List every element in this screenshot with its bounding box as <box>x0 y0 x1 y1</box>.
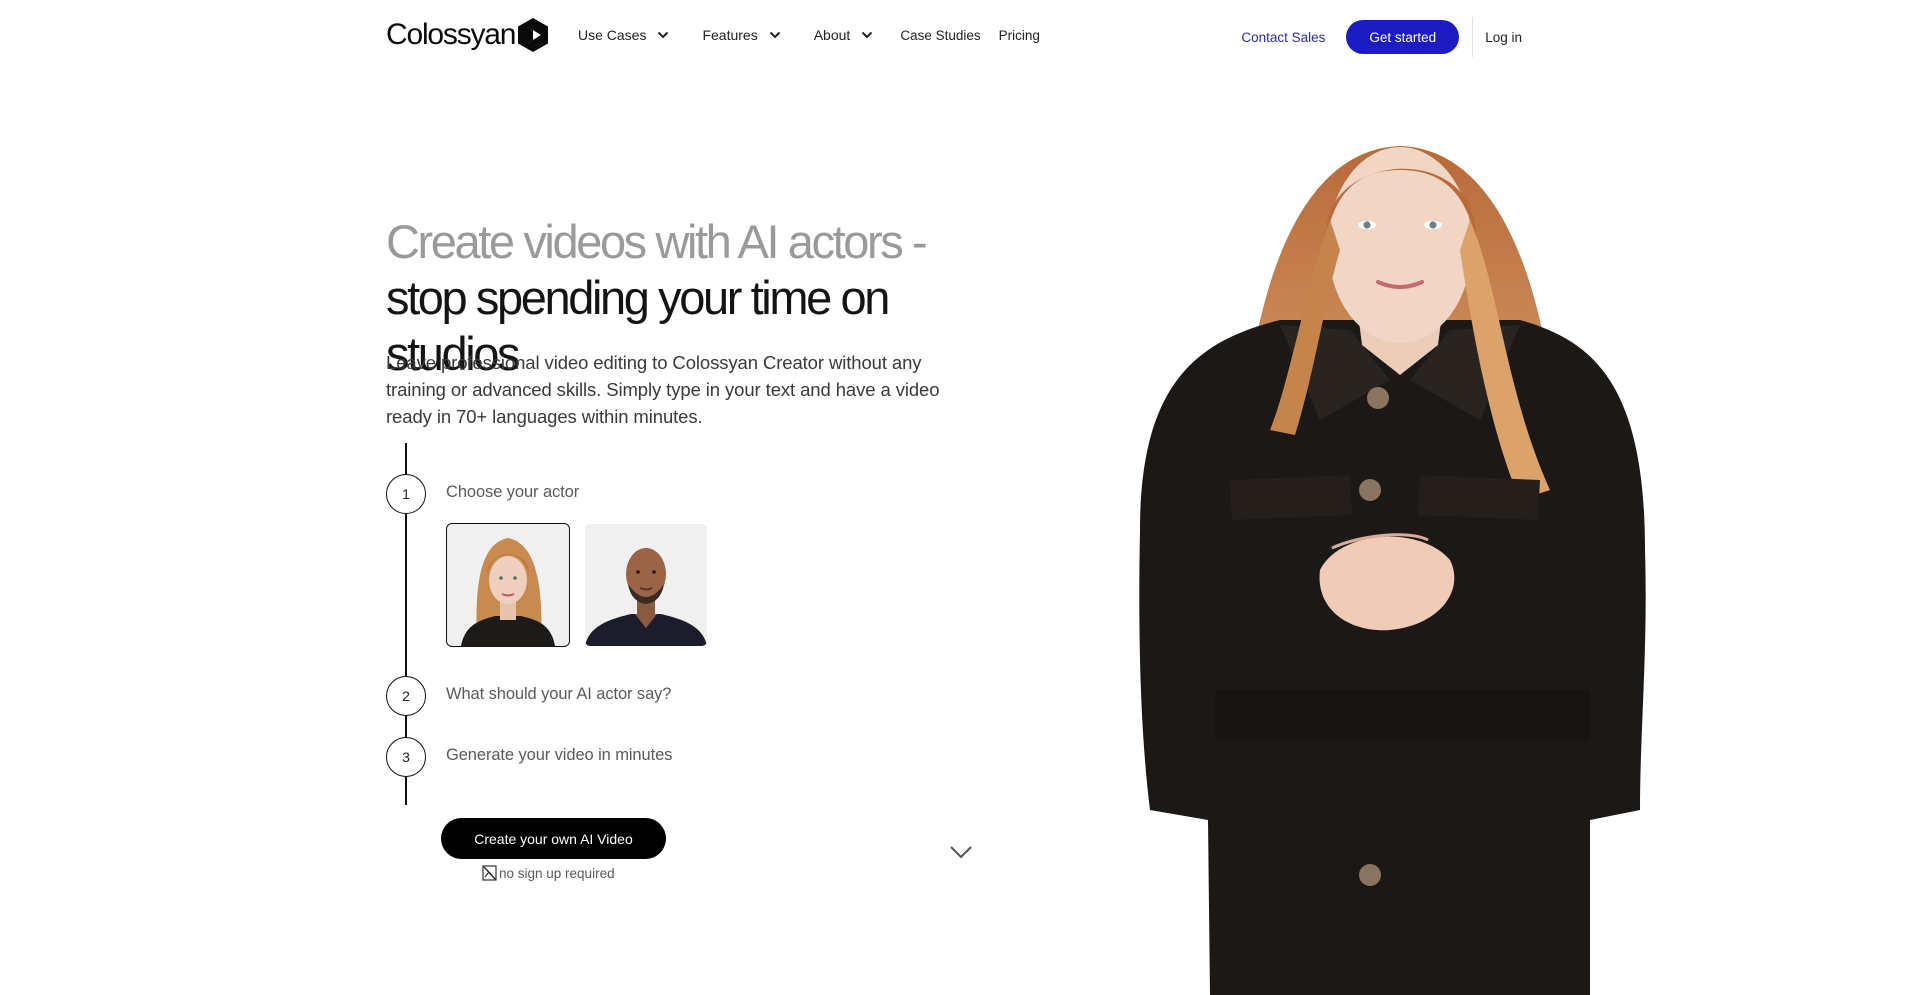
broken-image-icon <box>482 865 497 881</box>
colossyan-play-hexagon-icon <box>518 18 549 52</box>
nav-pricing[interactable]: Pricing <box>999 28 1040 43</box>
nav-features[interactable]: Features <box>702 27 780 43</box>
chevron-down-icon <box>862 31 873 39</box>
main-menu: Use Cases Features About Case Studies Pr… <box>578 24 1058 46</box>
step-3-badge: 3 <box>386 737 426 777</box>
ai-actor-woman-portrait <box>1139 146 1646 995</box>
log-in-link[interactable]: Log in <box>1485 30 1522 45</box>
nav-actions: Contact Sales Get started Log in <box>1241 17 1522 57</box>
get-started-button[interactable]: Get started <box>1346 20 1460 54</box>
top-navigation: Colossyan Use Cases Features About Case … <box>0 0 1920 72</box>
headline-line-1: Create videos with AI actors - <box>386 215 928 268</box>
actor-female-thumbnail <box>447 524 569 646</box>
nav-use-cases-label: Use Cases <box>578 27 647 43</box>
hero-actor-image <box>1120 130 1680 995</box>
nav-divider <box>1472 17 1474 57</box>
hero-lead-paragraph: Leave professional video editing to Colo… <box>386 352 940 427</box>
actor-option-female[interactable] <box>446 523 570 647</box>
step-3-label: Generate your video in minutes <box>446 746 673 764</box>
contact-sales-link[interactable]: Contact Sales <box>1241 30 1325 45</box>
nav-features-label: Features <box>702 27 758 43</box>
actor-option-male[interactable] <box>585 524 707 646</box>
nav-about-label: About <box>813 27 851 43</box>
logo-wordmark: Colossyan <box>386 18 516 51</box>
nav-about[interactable]: About <box>814 27 874 43</box>
step-1-badge: 1 <box>386 474 426 514</box>
nav-case-studies[interactable]: Case Studies <box>900 28 980 43</box>
step-2-badge: 2 <box>386 676 426 716</box>
no-signup-text: no sign up required <box>499 865 615 881</box>
create-ai-video-button[interactable]: Create your own AI Video <box>441 818 666 859</box>
colossyan-logo[interactable]: Colossyan <box>386 18 549 52</box>
nav-use-cases[interactable]: Use Cases <box>578 27 669 43</box>
chevron-down-icon <box>769 31 780 39</box>
no-signup-note: no sign up required <box>482 865 615 881</box>
chevron-down-icon <box>658 31 669 39</box>
actor-male-thumbnail <box>585 524 707 646</box>
chevron-down-icon[interactable] <box>949 845 973 859</box>
step-1-label: Choose your actor <box>446 483 580 501</box>
step-2-label: What should your AI actor say? <box>446 685 672 703</box>
